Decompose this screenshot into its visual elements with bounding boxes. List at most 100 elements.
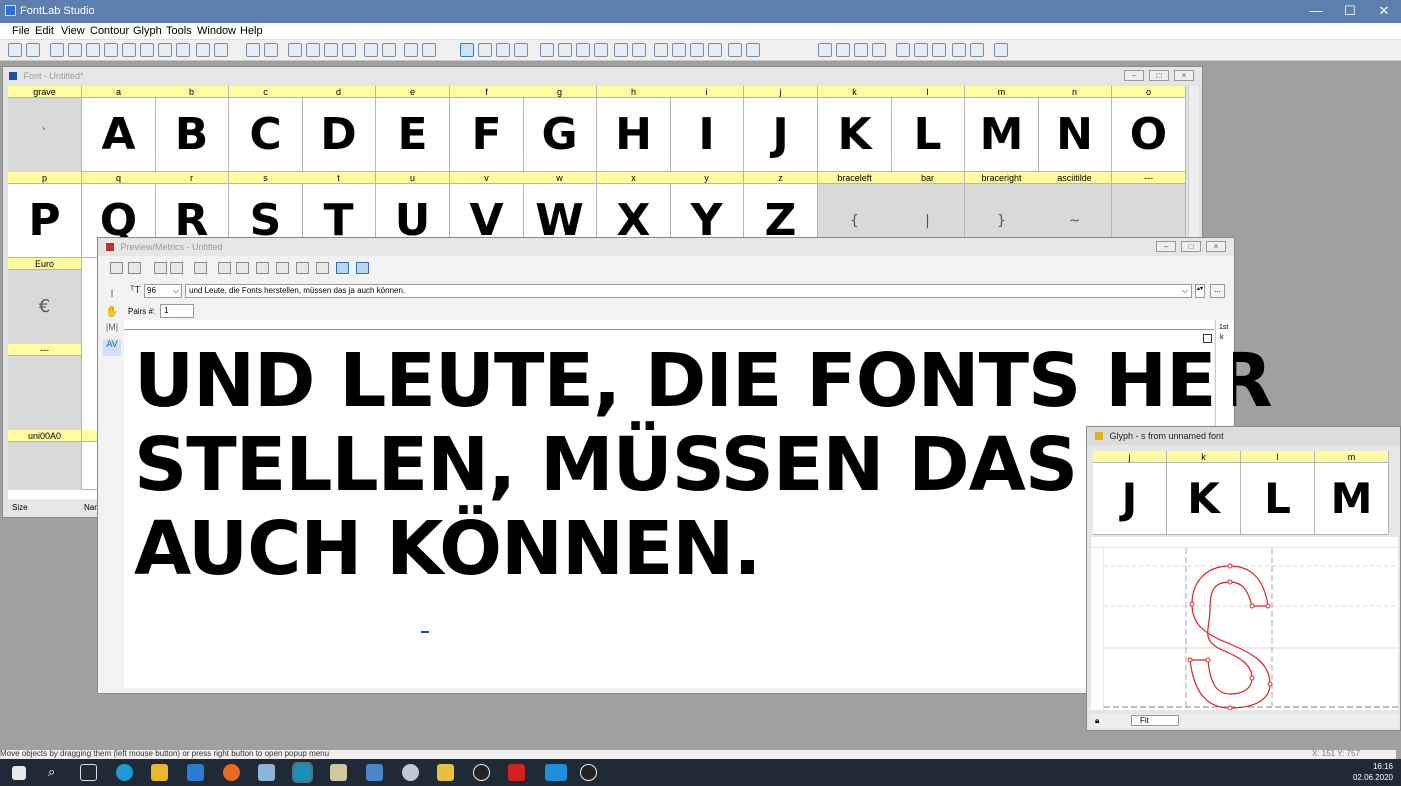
glyph-cell-Euro[interactable]: Euro € [8, 258, 82, 344]
toolbar-tool-button[interactable] [382, 43, 396, 57]
preview-tool-button[interactable] [154, 262, 167, 274]
toolbar-tool-button[interactable] [264, 43, 278, 57]
preview-tool-button[interactable] [218, 262, 231, 274]
file-explorer-icon[interactable] [151, 764, 168, 781]
fontlab-taskbar-icon[interactable] [292, 762, 313, 783]
glyph-cell-n[interactable]: nN [1038, 86, 1112, 172]
glyph-cell-f[interactable]: fF [450, 86, 524, 172]
lock-icon[interactable]: 🔒︎ [1095, 716, 1099, 726]
font-window-close-button[interactable]: × [1174, 70, 1194, 81]
toolbar-tool-button[interactable] [872, 43, 886, 57]
glyph-cell-uni00A0[interactable]: uni00A0 [8, 430, 82, 490]
menu-tools[interactable]: Tools [166, 25, 192, 37]
preview-text-input[interactable]: und Leute, die Fonts herstellen, müssen … [185, 284, 1192, 298]
app-icon[interactable] [258, 764, 275, 781]
glyph-s-outline[interactable] [1104, 548, 1398, 711]
preview-tool-button[interactable] [110, 262, 123, 274]
text-spin-button[interactable]: ▴▾ [1195, 284, 1205, 298]
preview-tool-button[interactable] [356, 262, 369, 274]
glyph-cell-d[interactable]: dD [302, 86, 376, 172]
glyph-strip-cell-j[interactable]: jJ [1093, 451, 1167, 535]
preview-tool-button[interactable] [296, 262, 309, 274]
toolbar-tool-button[interactable] [728, 43, 742, 57]
menu-view[interactable]: View [61, 25, 85, 37]
toolbar-tool-button[interactable] [672, 43, 686, 57]
glyph-strip-cell-k[interactable]: kK [1167, 451, 1241, 535]
menu-contour[interactable]: Contour [90, 25, 129, 37]
search-icon[interactable]: ⌕ [48, 764, 65, 781]
toolbar-tool-button[interactable] [196, 43, 210, 57]
menu-glyph[interactable]: Glyph [133, 25, 162, 37]
toolbar-tool-button[interactable] [342, 43, 356, 57]
preview-close-button[interactable]: × [1206, 241, 1226, 252]
more-options-button[interactable]: ... [1210, 284, 1225, 298]
preview-tool-button[interactable] [316, 262, 329, 274]
app-icon-6[interactable] [580, 764, 597, 781]
glyph-strip-cell-m[interactable]: mM [1315, 451, 1389, 535]
glyph-cell-m[interactable]: mM [965, 86, 1039, 172]
toolbar-tool-button[interactable] [68, 43, 82, 57]
task-view-icon[interactable] [80, 764, 97, 781]
glyph-cell-p[interactable]: pP [8, 172, 82, 258]
metrics-tool-icon[interactable]: |M| [103, 322, 121, 339]
toolbar-tool-button[interactable] [970, 43, 984, 57]
toolbar-tool-button[interactable] [50, 43, 64, 57]
toolbar-tool-button[interactable] [708, 43, 722, 57]
app-icon-5[interactable] [545, 764, 567, 781]
toolbar-tool-button[interactable] [690, 43, 704, 57]
toolbar-tool-button[interactable] [364, 43, 378, 57]
hand-tool-icon[interactable]: ✋ [103, 305, 121, 322]
toolbar-tool-button[interactable] [158, 43, 172, 57]
preview-minimize-button[interactable]: – [1156, 241, 1176, 252]
toolbar-tool-button[interactable] [140, 43, 154, 57]
preview-tool-button[interactable] [256, 262, 269, 274]
app-icon-3[interactable] [437, 764, 454, 781]
toolbar-tool-button[interactable] [324, 43, 338, 57]
toolbar-tool-button[interactable] [914, 43, 928, 57]
preview-tool-button[interactable] [336, 262, 349, 274]
toolbar-tool-button[interactable] [994, 43, 1008, 57]
toolbar-tool-button[interactable] [854, 43, 868, 57]
toolbar-tool-button[interactable] [632, 43, 646, 57]
toolbar-tool-button[interactable] [176, 43, 190, 57]
glyph-cell-h[interactable]: hH [597, 86, 671, 172]
toolbar-tool-button[interactable] [514, 43, 528, 57]
glyph-cell----[interactable]: --- [8, 344, 82, 430]
toolbar-tool-button[interactable] [122, 43, 136, 57]
pairs-input[interactable]: 1 [160, 304, 194, 318]
toolbar-tool-button[interactable] [104, 43, 118, 57]
preview-maximize-button[interactable]: □ [1181, 241, 1201, 252]
toolbar-tool-button[interactable] [404, 43, 418, 57]
toolbar-tool-button[interactable] [746, 43, 760, 57]
toolbar-tool-button[interactable] [818, 43, 832, 57]
toolbar-tool-button[interactable] [654, 43, 668, 57]
menu-window[interactable]: Window [197, 25, 236, 37]
mail-icon[interactable] [187, 764, 204, 781]
glyph-cell-l[interactable]: lL [891, 86, 965, 172]
menu-file[interactable]: File [12, 25, 30, 37]
toolbar-tool-button[interactable] [422, 43, 436, 57]
toolbar-tool-button[interactable] [288, 43, 302, 57]
size-dropdown[interactable]: Size [12, 503, 28, 512]
glyph-cell-a[interactable]: aA [82, 86, 156, 172]
menu-edit[interactable]: Edit [35, 25, 54, 37]
preview-tool-button[interactable] [236, 262, 249, 274]
text-size-select[interactable]: 96 ⌵ [144, 284, 182, 298]
kerning-tool-icon[interactable]: AV [103, 339, 121, 356]
preview-tool-button[interactable] [170, 262, 183, 274]
preview-tool-button[interactable] [128, 262, 141, 274]
toolbar-tool-button[interactable] [214, 43, 228, 57]
toolbar-tool-button[interactable] [496, 43, 510, 57]
edge-icon[interactable] [116, 764, 133, 781]
glyph-cell-k[interactable]: kK [818, 86, 892, 172]
toolbar-tool-button[interactable] [26, 43, 40, 57]
toolbar-tool-button[interactable] [8, 43, 22, 57]
toolbar-tool-button[interactable] [576, 43, 590, 57]
system-clock[interactable]: 16:16 02.06.2020 [1353, 761, 1393, 783]
menu-help[interactable]: Help [240, 25, 263, 37]
maximize-button[interactable]: ☐ [1333, 0, 1367, 23]
font-window-minimize-button[interactable]: – [1124, 70, 1144, 81]
toolbar-tool-button[interactable] [540, 43, 554, 57]
app-icon-2[interactable] [402, 764, 419, 781]
app-icon-4[interactable] [473, 764, 490, 781]
